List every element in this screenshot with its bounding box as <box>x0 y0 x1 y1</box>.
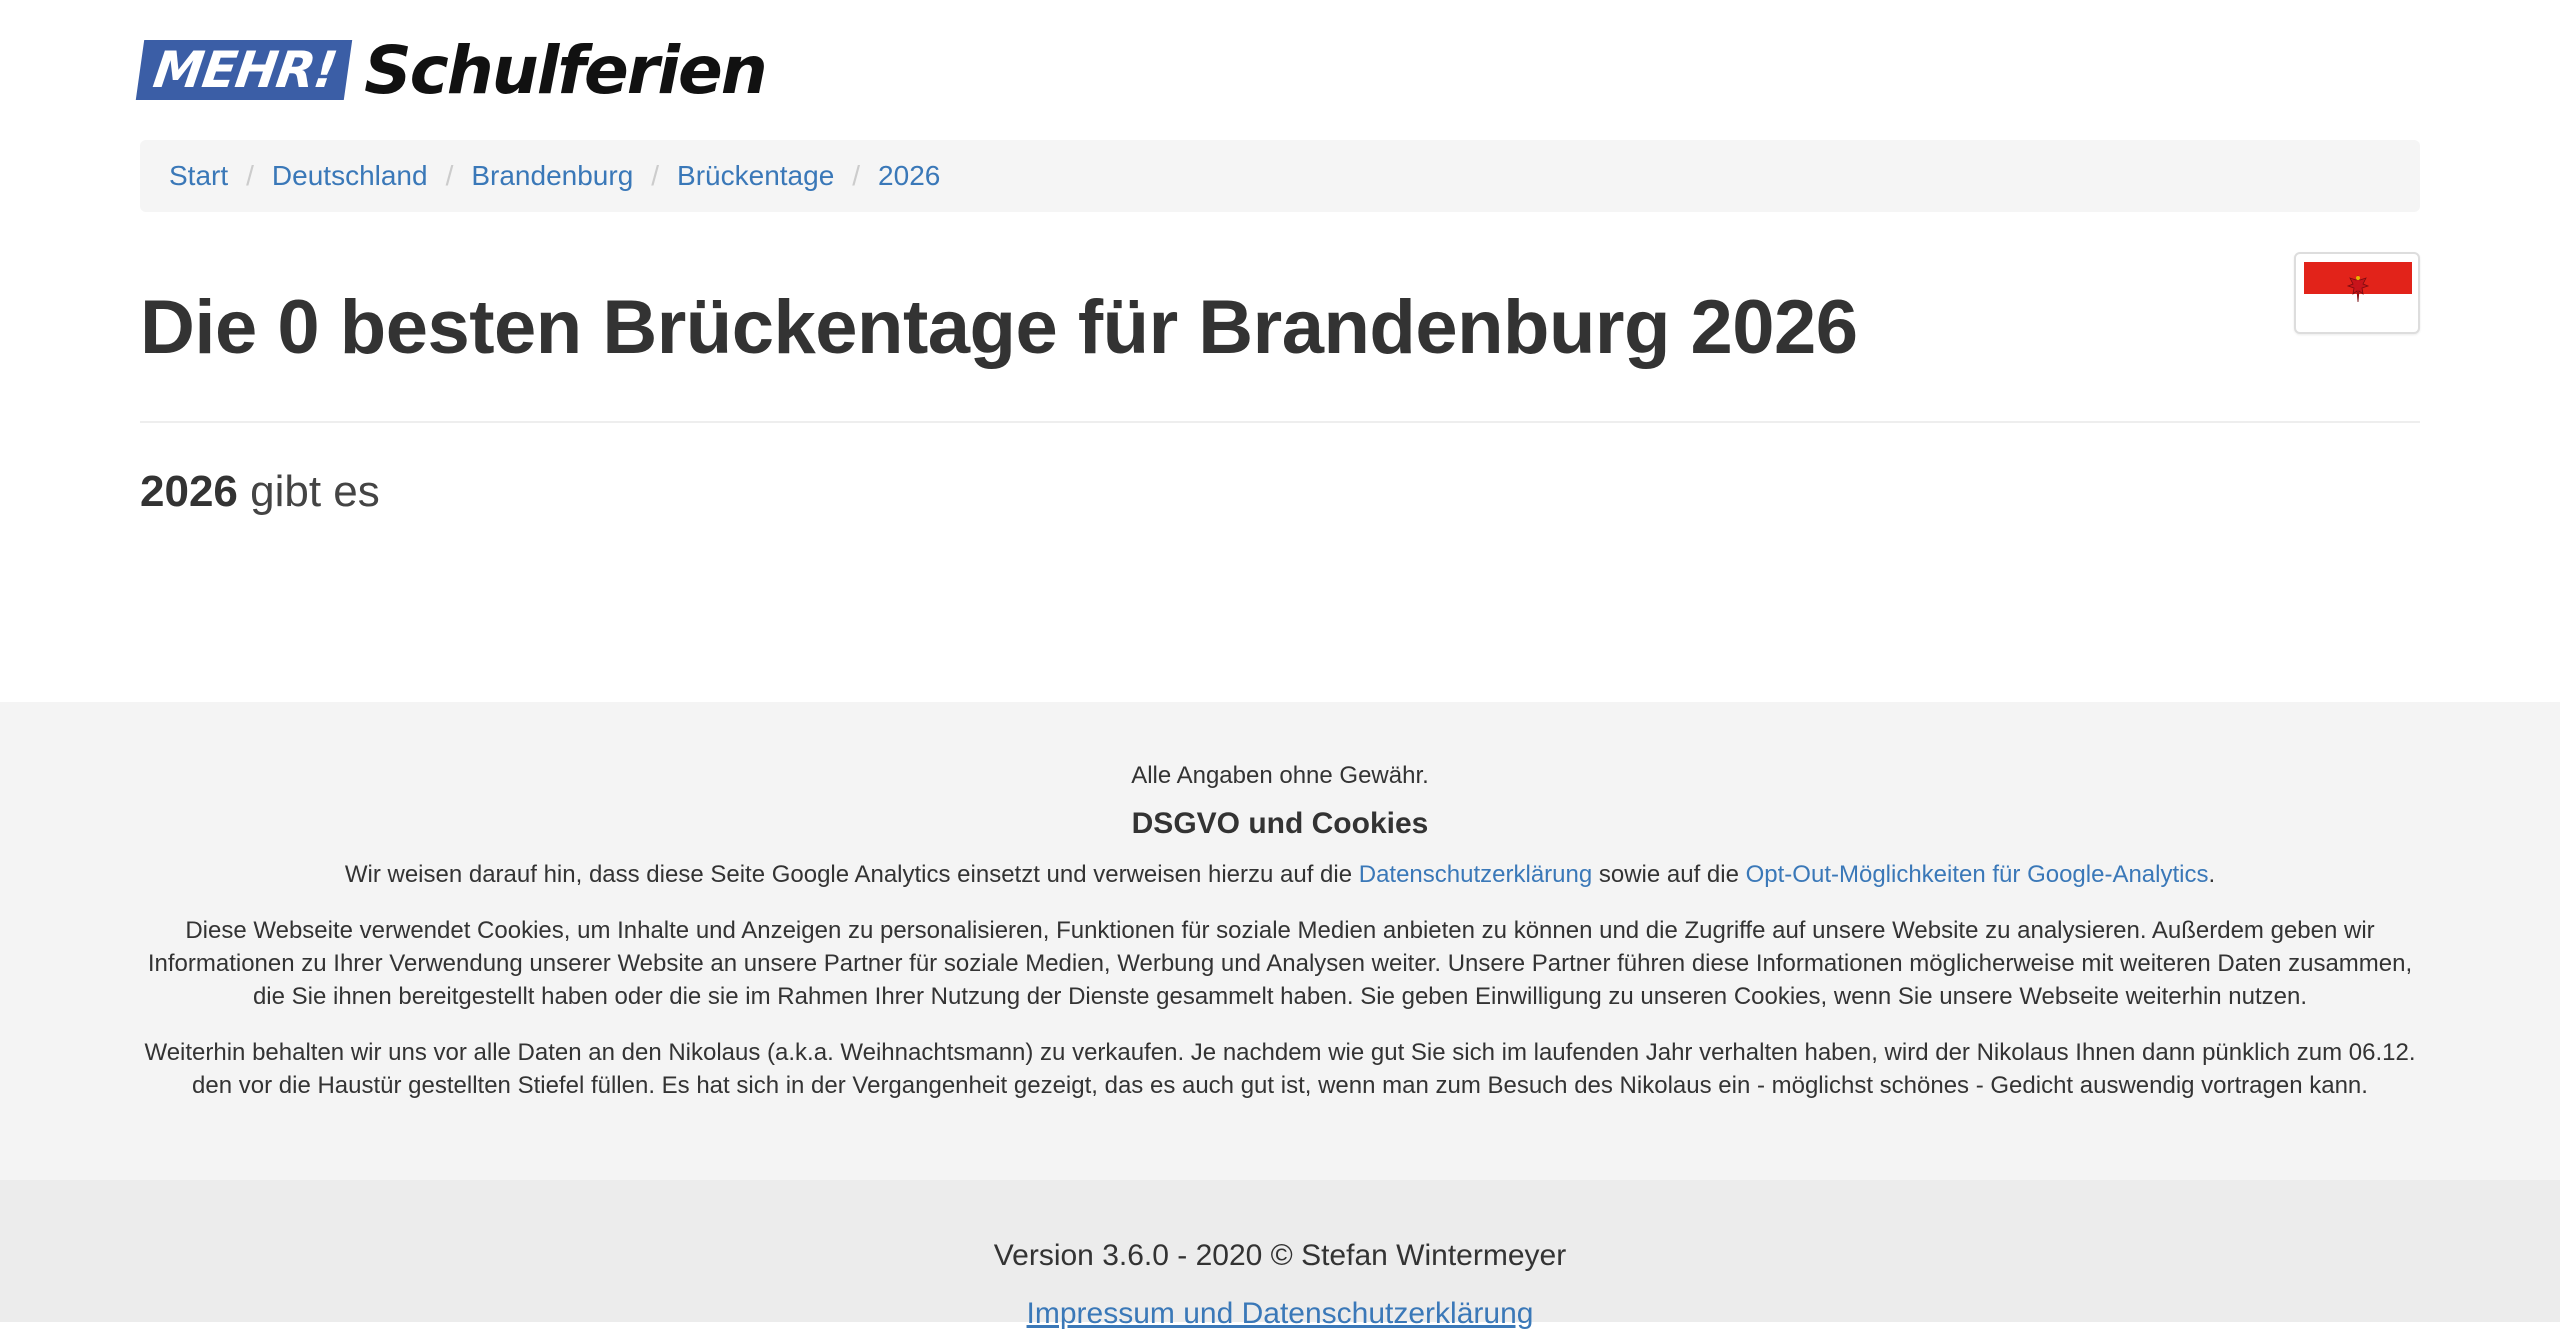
breadcrumb-brandenburg[interactable]: Brandenburg <box>471 160 633 192</box>
version-text: Version 3.6.0 - 2020 © Stefan Wintermeye… <box>993 1239 1567 1272</box>
breadcrumb-start[interactable]: Start <box>169 160 228 192</box>
analytics-text: Wir weisen darauf hin, dass diese Seite … <box>344 861 1359 888</box>
breadcrumb-2026[interactable]: 2026 <box>878 160 940 192</box>
eagle-icon <box>2346 275 2370 303</box>
logo-mehr-badge: MEHR! <box>135 40 353 100</box>
breadcrumb: Start / Deutschland / Brandenburg / Brüc… <box>140 140 2420 212</box>
subtitle-text: gibt es <box>250 467 380 516</box>
breadcrumb-separator: / <box>651 160 660 191</box>
dsgvo-heading: DSGVO und Cookies <box>1131 807 1429 840</box>
breadcrumb-separator: / <box>445 160 454 191</box>
opt-out-link[interactable]: Opt-Out-Möglichkeiten für Google-Analyti… <box>1746 861 2209 888</box>
impressum-row: Impressum und Datenschutzerklärung <box>0 1294 2560 1334</box>
footer-bottom: Version 3.6.0 - 2020 © Stefan Wintermeye… <box>0 1180 2560 1330</box>
site-logo[interactable]: MEHR! Schulferien <box>135 30 768 110</box>
nikolaus-notice: Weiterhin behalten wir uns vor alle Date… <box>144 1039 2416 1099</box>
analytics-text: . <box>2208 861 2216 888</box>
impressum-link[interactable]: Impressum und Datenschutzerklärung <box>1027 1297 1534 1330</box>
breadcrumb-separator: / <box>246 160 254 191</box>
analytics-text: sowie auf die <box>1592 861 1746 888</box>
breadcrumb-deutschland[interactable]: Deutschland <box>272 160 428 192</box>
title-divider <box>140 421 2420 423</box>
brandenburg-flag-icon <box>2304 262 2412 326</box>
footer-info: Alle Angaben ohne Gewähr. DSGVO und Cook… <box>0 702 2560 1180</box>
brandenburg-flag-thumbnail <box>2294 252 2420 334</box>
analytics-notice: Wir weisen darauf hin, dass diese Seite … <box>140 858 2420 892</box>
subtitle-year: 2026 <box>140 467 238 516</box>
breadcrumb-brueckentage[interactable]: Brückentage <box>677 160 834 192</box>
disclaimer-text: Alle Angaben ohne Gewähr. <box>1131 762 1429 789</box>
cookies-notice: Diese Webseite verwendet Cookies, um Inh… <box>147 917 2413 1010</box>
subtitle: 2026 gibt es <box>140 462 380 522</box>
page-title: Die 0 besten Brückentage für Brandenburg… <box>140 285 1858 370</box>
logo-wordmark: Schulferien <box>364 31 768 109</box>
datenschutz-link[interactable]: Datenschutzerklärung <box>1359 861 1592 888</box>
breadcrumb-separator: / <box>852 160 861 191</box>
